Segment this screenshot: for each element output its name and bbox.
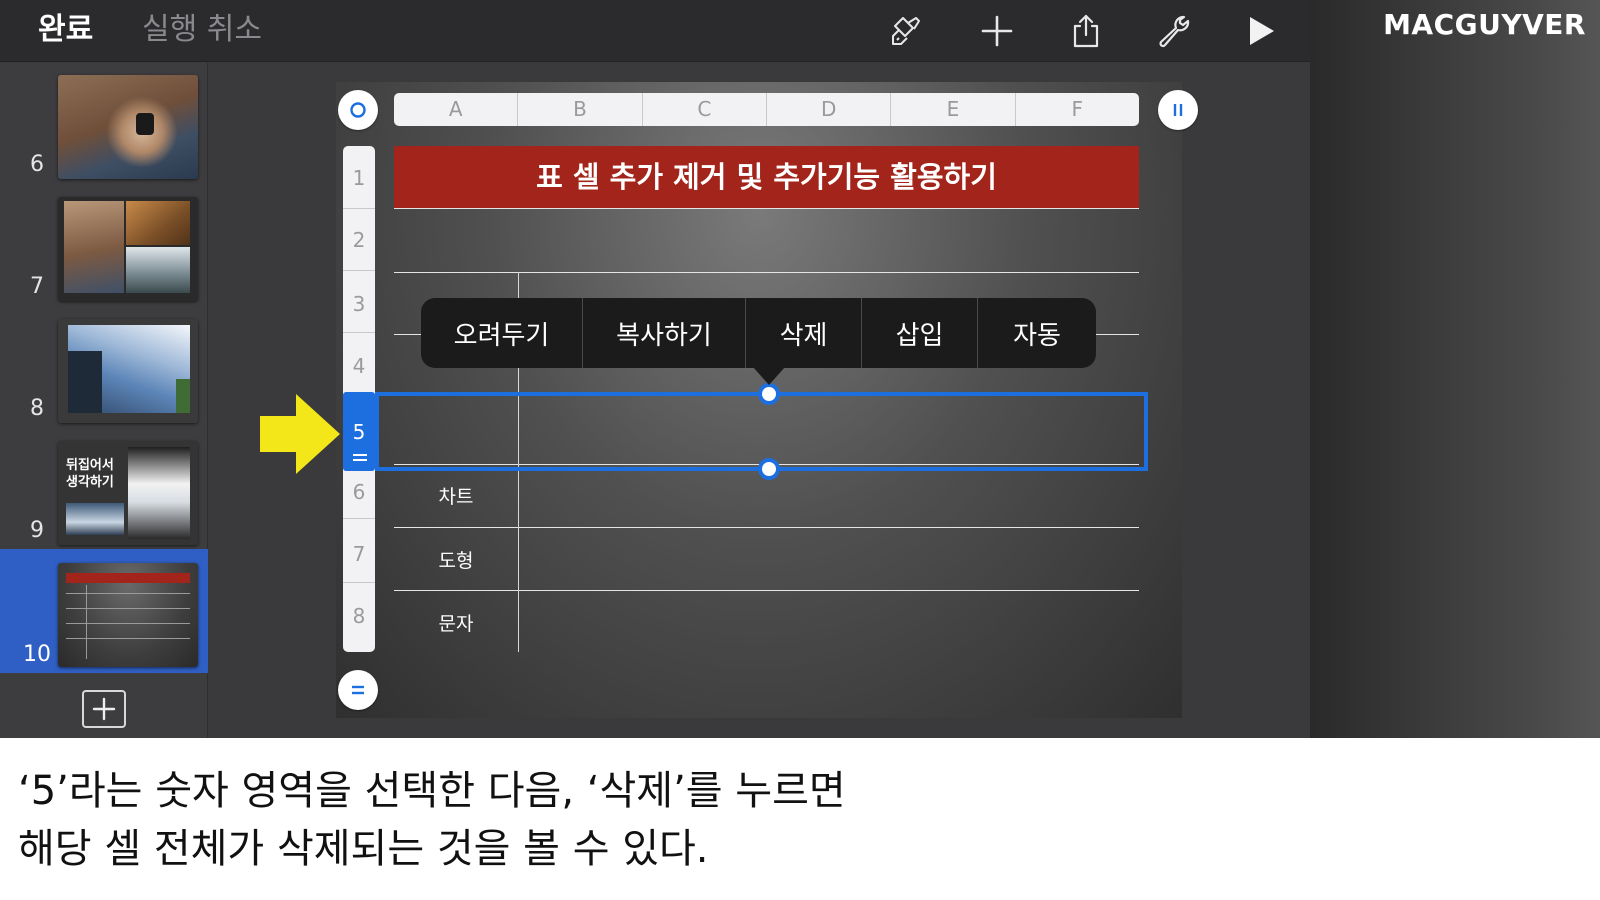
row-header-6[interactable]: 6	[343, 480, 375, 504]
slide-preview-image	[58, 75, 198, 179]
column-header-b[interactable]: B	[518, 93, 643, 126]
table-title-cell[interactable]: 표 셀 추가 제거 및 추가기능 활용하기	[394, 146, 1139, 208]
row-header-4[interactable]: 4	[343, 354, 375, 378]
toolbar: 완료 실행 취소	[0, 0, 1310, 62]
row-header-7[interactable]: 7	[343, 542, 375, 566]
share-icon[interactable]	[1066, 11, 1106, 51]
menu-item-insert[interactable]: 삽입	[862, 298, 978, 368]
slide-thumbnail-10[interactable]: 10	[0, 549, 208, 673]
slide-thumbnail-6[interactable]: 6	[0, 63, 208, 183]
done-button[interactable]: 완료	[38, 10, 93, 50]
row-header-5-label: 5	[352, 420, 366, 444]
keynote-app: 완료 실행 취소 6 7 8 뒤집어서 생각하기 9 10 A B C D E …	[0, 0, 1310, 738]
column-header-a[interactable]: A	[394, 93, 519, 126]
column-header-d[interactable]: D	[767, 93, 892, 126]
slide-navigator: 6 7 8 뒤집어서 생각하기 9 10	[0, 63, 208, 738]
format-brush-icon[interactable]	[886, 11, 926, 51]
slide-preview-collage	[58, 197, 198, 301]
column-header-f[interactable]: F	[1016, 93, 1139, 126]
slide-preview-table	[58, 563, 198, 667]
context-menu: 오려두기 복사하기 삭제 삽입 자동	[421, 298, 1096, 368]
slide-caption: 뒤집어서 생각하기	[66, 458, 114, 490]
undo-button[interactable]: 실행 취소	[142, 10, 262, 50]
circle-icon	[350, 102, 366, 118]
caption-line-1: ‘5’라는 숫자 영역을 선택한 다음, ‘삭제’를 누르면	[18, 768, 846, 814]
menu-item-copy[interactable]: 복사하기	[583, 298, 746, 368]
table-column-header: A B C D E F	[394, 93, 1139, 126]
screenshot: 완료 실행 취소 6 7 8 뒤집어서 생각하기 9 10 A B C D E …	[0, 0, 1600, 900]
menu-item-cut[interactable]: 오려두기	[421, 298, 583, 368]
selection-handle-top[interactable]	[758, 383, 780, 405]
table-cell-shape[interactable]: 도형	[394, 546, 518, 573]
brand-panel: MACGUYVER	[1310, 0, 1600, 738]
slide-number: 6	[30, 152, 44, 177]
slide-thumbnail-8[interactable]: 8	[0, 307, 208, 427]
selection-handle-bottom[interactable]	[758, 458, 780, 480]
row-header-2[interactable]: 2	[343, 228, 375, 252]
slide-number: 10	[23, 642, 51, 667]
column-header-e[interactable]: E	[891, 93, 1016, 126]
table-select-all-button[interactable]	[338, 90, 378, 130]
row-grip-icon	[352, 685, 364, 695]
table-cell-text[interactable]: 문자	[394, 609, 518, 636]
brand-logo-text: MACGUYVER	[1383, 8, 1586, 41]
row-header-5-selected[interactable]: 5	[343, 392, 375, 471]
row-drag-grip-icon[interactable]	[353, 454, 367, 456]
row-count-handle[interactable]	[338, 670, 378, 710]
add-slide-button[interactable]	[82, 690, 126, 728]
menu-item-auto[interactable]: 자동	[978, 298, 1096, 368]
row-header-3[interactable]: 3	[343, 292, 375, 316]
row-header-1[interactable]: 1	[343, 166, 375, 190]
row-header-8[interactable]: 8	[343, 604, 375, 628]
tutorial-caption: ‘5’라는 숫자 영역을 선택한 다음, ‘삭제’를 누르면 해당 셀 전체가 …	[18, 762, 1578, 878]
plus-icon	[92, 697, 116, 721]
slide-thumbnail-9[interactable]: 뒤집어서 생각하기 9	[0, 429, 208, 549]
column-header-c[interactable]: C	[643, 93, 767, 126]
slide-number: 8	[30, 396, 44, 421]
slide-number: 7	[30, 274, 44, 299]
slide-thumbnail-7[interactable]: 7	[0, 185, 208, 305]
menu-item-delete[interactable]: 삭제	[746, 298, 862, 368]
column-count-handle[interactable]	[1158, 90, 1198, 130]
slide-preview-sky	[58, 319, 198, 423]
table-cell-chart[interactable]: 차트	[394, 482, 518, 509]
caption-line-2: 해당 셀 전체가 삭제되는 것을 볼 수 있다.	[18, 826, 709, 872]
wrench-icon[interactable]	[1154, 11, 1194, 51]
slide-number: 9	[30, 518, 44, 543]
play-icon[interactable]	[1240, 11, 1280, 51]
yellow-arrow-icon	[260, 394, 340, 474]
column-grip-icon	[1173, 104, 1183, 116]
plus-icon[interactable]	[977, 11, 1017, 51]
context-menu-pointer	[753, 367, 785, 385]
slide-preview-reflection: 뒤집어서 생각하기	[58, 441, 198, 545]
